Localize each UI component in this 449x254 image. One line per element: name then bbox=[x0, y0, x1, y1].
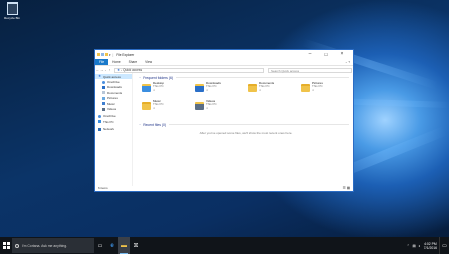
tab-home[interactable]: Home bbox=[108, 59, 125, 65]
taskbar: I'm Cortana. Ask me anything. ▭ e ▬ ⛝ ⌃ … bbox=[0, 237, 449, 254]
star-icon: ★ bbox=[117, 68, 121, 72]
cortana-search-box[interactable]: I'm Cortana. Ask me anything. bbox=[12, 238, 94, 253]
window-title: File Explorer bbox=[116, 52, 135, 57]
network-icon bbox=[98, 127, 101, 131]
show-hidden-icons-icon[interactable]: ⌃ bbox=[407, 244, 410, 248]
up-icon[interactable]: ↑ bbox=[108, 68, 111, 72]
downloads-folder-icon bbox=[195, 84, 204, 92]
ribbon-tabs: File Home Share View ⌄ ? bbox=[95, 59, 353, 66]
item-count: 6 items bbox=[98, 186, 108, 190]
properties-icon[interactable] bbox=[101, 53, 104, 56]
volume-icon[interactable]: 🔈︎ bbox=[419, 244, 421, 248]
pin-icon: ✦ bbox=[312, 88, 315, 92]
quick-access-toolbar: ▾ bbox=[97, 53, 111, 57]
recycle-bin-icon bbox=[6, 2, 18, 15]
tab-file[interactable]: File bbox=[95, 59, 109, 65]
pin-icon: ✦ bbox=[206, 106, 209, 110]
clock-time: 4:02 PM bbox=[424, 241, 437, 246]
recycle-bin[interactable]: Recycle Bin bbox=[3, 1, 21, 20]
folder-tile-music[interactable]: Music This PC ✦ bbox=[142, 99, 194, 115]
folder-icon: ▬ bbox=[121, 242, 127, 249]
address-bar[interactable]: ★ › Quick access bbox=[114, 67, 264, 73]
start-button[interactable] bbox=[0, 237, 12, 254]
picture-icon bbox=[102, 96, 105, 100]
folder-tile-downloads[interactable]: Downloads This PC ✦ bbox=[195, 81, 247, 97]
new-folder-icon[interactable] bbox=[105, 53, 108, 56]
system-tray: ⌃ ▤ 🔈︎ 4:02 PM 7/1/2016 ▭ bbox=[407, 237, 449, 254]
nav-item-network[interactable]: Network bbox=[95, 127, 132, 132]
task-view-button[interactable]: ▭ bbox=[94, 237, 106, 254]
chevron-down-icon[interactable]: ▾ bbox=[109, 53, 111, 57]
download-icon bbox=[102, 85, 105, 89]
pictures-folder-icon bbox=[301, 84, 310, 92]
maximize-button[interactable]: ☐ bbox=[319, 50, 333, 59]
folder-tile-desktop[interactable]: Desktop This PC ✦ bbox=[142, 81, 194, 97]
action-center-button[interactable]: ▭ bbox=[439, 237, 449, 254]
file-explorer-window: ▾ | File Explorer – ☐ × File Home Share … bbox=[94, 49, 354, 192]
forward-icon[interactable]: → bbox=[100, 68, 103, 72]
folder-tile-documents[interactable]: Documents This PC ✦ bbox=[248, 81, 300, 97]
notification-icon: ▭ bbox=[442, 242, 447, 249]
navigation-pane: ★ Quick access OneDrive Downloads Docume… bbox=[95, 73, 133, 186]
content-pane: ⌄ Frequent folders (6) Desktop This PC ✦ D… bbox=[133, 73, 353, 186]
recent-locations-icon[interactable]: ⌄ bbox=[104, 69, 107, 72]
address-path: Quick access bbox=[123, 68, 143, 72]
minimize-button[interactable]: – bbox=[303, 50, 317, 59]
edge-button[interactable]: e bbox=[106, 237, 118, 254]
cloud-icon bbox=[98, 114, 101, 118]
search-input[interactable]: Search Quick access bbox=[268, 67, 352, 73]
folder-tile-videos[interactable]: Videos This PC ✦ bbox=[195, 99, 247, 115]
store-icon: ⛝ bbox=[134, 242, 138, 249]
desktop-folder-icon bbox=[142, 84, 151, 92]
pin-icon: ✦ bbox=[153, 88, 156, 92]
video-icon bbox=[102, 107, 105, 111]
documents-folder-icon bbox=[248, 84, 257, 92]
videos-folder-icon bbox=[195, 102, 204, 110]
chevron-down-icon: ⌄ bbox=[139, 123, 142, 126]
task-view-icon: ▭ bbox=[97, 242, 103, 249]
star-icon: ★ bbox=[98, 74, 102, 79]
recent-files-header[interactable]: ⌄ Recent files (0) bbox=[139, 122, 353, 127]
cloud-icon bbox=[102, 80, 105, 84]
nav-item-this-pc[interactable]: This PC bbox=[95, 119, 132, 124]
chevron-down-icon: ⌄ bbox=[139, 76, 142, 79]
pin-icon: ✦ bbox=[259, 88, 262, 92]
screen: Recycle Bin ▾ | File Explorer – ☐ × File… bbox=[0, 0, 449, 254]
clock[interactable]: 4:02 PM 7/1/2016 bbox=[424, 242, 437, 250]
expand-ribbon-icon[interactable]: ⌄ ? bbox=[345, 59, 350, 65]
pin-icon: ✦ bbox=[206, 88, 209, 92]
back-icon[interactable]: ← bbox=[96, 68, 99, 72]
clock-date: 7/1/2016 bbox=[423, 245, 437, 250]
frequent-folders-list: Desktop This PC ✦ Downloads This PC ✦ Docume… bbox=[139, 80, 353, 120]
status-bar: 6 items ☰ ▦ bbox=[95, 186, 353, 191]
cortana-icon bbox=[15, 243, 19, 248]
close-button[interactable]: × bbox=[335, 50, 349, 59]
nav-item-videos[interactable]: Videos bbox=[95, 106, 132, 111]
pin-icon: ✦ bbox=[153, 106, 156, 110]
file-explorer-taskbar-button[interactable]: ▬ bbox=[118, 237, 130, 254]
large-icons-view-icon[interactable]: ▦ bbox=[347, 186, 350, 190]
music-icon bbox=[102, 102, 105, 106]
music-folder-icon bbox=[142, 102, 151, 110]
tab-share[interactable]: Share bbox=[125, 59, 142, 65]
title-bar[interactable]: ▾ | File Explorer – ☐ × bbox=[95, 50, 353, 59]
folder-icon bbox=[97, 53, 100, 56]
edge-icon: e bbox=[110, 242, 114, 249]
computer-icon bbox=[98, 120, 101, 124]
folder-tile-pictures[interactable]: Pictures This PC ✦ bbox=[301, 81, 353, 97]
recycle-bin-label: Recycle Bin bbox=[4, 16, 20, 20]
document-icon bbox=[102, 91, 105, 95]
recent-files-empty-message: After you've opened some files, we'll sh… bbox=[199, 131, 293, 135]
details-view-icon[interactable]: ☰ bbox=[343, 186, 346, 190]
network-icon[interactable]: ▤ bbox=[413, 244, 416, 248]
tab-view[interactable]: View bbox=[141, 59, 156, 65]
windows-logo-icon bbox=[2, 242, 10, 249]
store-button[interactable]: ⛝ bbox=[130, 237, 142, 254]
